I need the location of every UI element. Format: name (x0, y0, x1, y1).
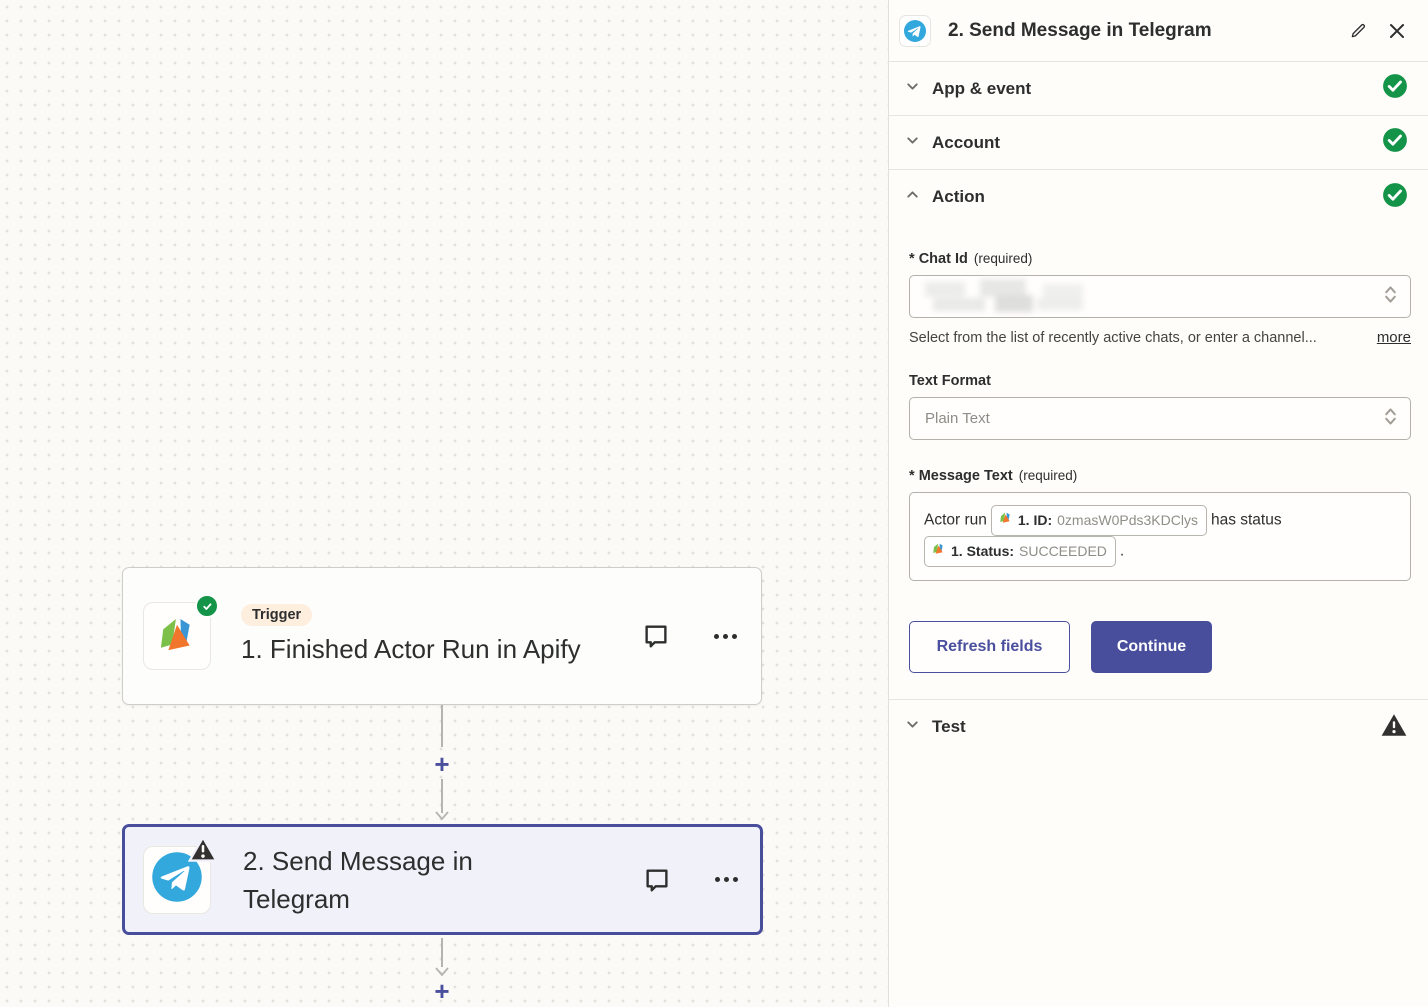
trigger-badge: Trigger (241, 604, 312, 626)
close-icon[interactable] (1386, 20, 1408, 42)
section-action[interactable]: Action (889, 170, 1428, 224)
add-step-button[interactable]: + (431, 754, 453, 776)
chevron-up-icon (904, 186, 921, 208)
trigger-step-title: 1. Finished Actor Run in Apify (241, 630, 601, 668)
action-form: * Chat Id(required) Select from the list… (889, 224, 1428, 673)
workflow-canvas[interactable]: Trigger 1. Finished Actor Run in Apify + (0, 0, 888, 1007)
check-circle-icon (1382, 182, 1408, 213)
edit-pencil-icon[interactable] (1346, 19, 1370, 43)
refresh-fields-button[interactable]: Refresh fields (909, 621, 1070, 673)
step-config-panel: 2. Send Message in Telegram App & event … (888, 0, 1428, 1007)
chevron-down-icon (904, 78, 921, 100)
telegram-app-icon-box (143, 846, 211, 914)
text-format-select[interactable]: Plain Text (909, 397, 1411, 440)
field-token-id[interactable]: 1. ID:0zmasW0Pds3KDClys (991, 505, 1207, 536)
message-text-editor[interactable]: Actor run1. ID:0zmasW0Pds3KDClyshas stat… (909, 492, 1411, 581)
connector-line (441, 705, 443, 747)
section-label: Test (932, 717, 966, 737)
warning-triangle-icon (1380, 712, 1408, 743)
more-link[interactable]: more (1377, 329, 1411, 346)
section-label: Account (932, 133, 1000, 153)
chat-id-select[interactable] (909, 275, 1411, 318)
panel-header: 2. Send Message in Telegram (889, 0, 1428, 62)
section-label: App & event (932, 79, 1031, 99)
warning-triangle-icon (188, 835, 218, 863)
message-text-label: * Message Text(required) (909, 468, 1411, 484)
chat-id-help-text: Select from the list of recently active … (909, 330, 1317, 346)
field-token-status[interactable]: 1. Status:SUCCEEDED (924, 536, 1116, 567)
text-format-label: Text Format (909, 373, 1411, 389)
section-account[interactable]: Account (889, 116, 1428, 170)
apify-icon (998, 507, 1013, 534)
text-format-value: Plain Text (925, 410, 990, 427)
note-bubble-icon[interactable] (638, 618, 674, 654)
message-text-static: . (1120, 543, 1124, 560)
chevron-down-icon (904, 132, 921, 154)
section-test[interactable]: Test (889, 700, 1428, 754)
continue-button[interactable]: Continue (1091, 621, 1212, 673)
telegram-icon (899, 15, 931, 47)
check-circle-icon (195, 594, 219, 618)
select-stepper-icon (1384, 406, 1397, 431)
action-step-card[interactable]: 2. Send Message in Telegram (122, 824, 763, 935)
chat-id-label: * Chat Id(required) (909, 251, 1411, 267)
redacted-chat-id-value (925, 279, 1095, 315)
action-step-title: 2. Send Message in Telegram (243, 842, 573, 918)
step-menu-ellipsis[interactable] (711, 873, 742, 886)
section-app-and-event[interactable]: App & event (889, 62, 1428, 116)
section-label: Action (932, 187, 985, 207)
apify-icon (931, 538, 946, 565)
message-text-static: has status (1211, 512, 1282, 529)
connector-line (441, 938, 443, 967)
panel-title: 2. Send Message in Telegram (948, 20, 1212, 42)
message-text-static: Actor run (924, 512, 987, 529)
note-bubble-icon[interactable] (639, 862, 675, 898)
check-circle-icon (1382, 127, 1408, 158)
add-step-button[interactable]: + (431, 981, 453, 1003)
chevron-down-icon (904, 716, 921, 738)
trigger-step-card[interactable]: Trigger 1. Finished Actor Run in Apify (122, 567, 762, 705)
step-menu-ellipsis[interactable] (710, 630, 741, 643)
apify-icon (154, 611, 200, 662)
select-stepper-icon (1384, 284, 1397, 309)
check-circle-icon (1382, 73, 1408, 104)
apify-app-icon-box (143, 602, 211, 670)
